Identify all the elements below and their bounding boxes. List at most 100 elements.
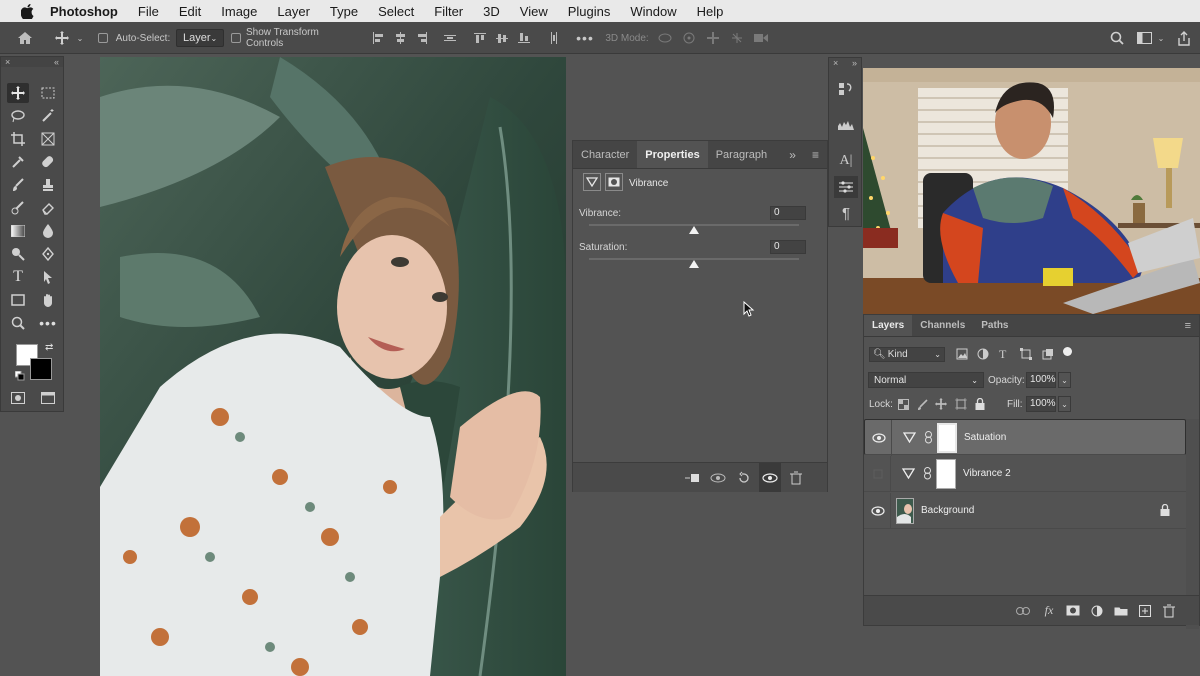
add-mask-icon[interactable]	[1062, 596, 1084, 625]
background-color-swatch[interactable]	[30, 358, 52, 380]
gradient-tool-icon[interactable]	[7, 221, 29, 241]
blend-mode-dropdown[interactable]: Normal ⌄	[868, 372, 984, 388]
share-icon[interactable]	[1174, 22, 1194, 54]
move-tool-icon[interactable]	[52, 22, 72, 54]
eyedropper-icon[interactable]	[7, 152, 29, 172]
workspace-chevron-icon[interactable]: ⌄	[1156, 22, 1166, 54]
collapse-icon[interactable]: «	[54, 57, 59, 67]
layer-row[interactable]: Satuation	[864, 419, 1186, 456]
tab-layers[interactable]: Layers	[864, 315, 913, 336]
crop-tool-icon[interactable]	[7, 129, 29, 149]
canvas-image[interactable]	[100, 57, 566, 676]
search-icon[interactable]	[1107, 22, 1127, 54]
filter-kind-dropdown[interactable]: 🔍︎ Kind ⌄	[869, 347, 945, 362]
history-brush-icon[interactable]	[7, 198, 29, 218]
link-layers-icon[interactable]	[1012, 596, 1034, 625]
lock-pixels-icon[interactable]	[917, 399, 929, 414]
dodge-tool-icon[interactable]	[7, 244, 29, 264]
align-left-icon[interactable]	[370, 22, 386, 54]
menu-3d[interactable]: 3D	[473, 4, 510, 19]
quick-mask-icon[interactable]	[7, 388, 29, 408]
path-selection-icon[interactable]	[37, 267, 59, 287]
default-colors-icon[interactable]	[14, 370, 25, 381]
opacity-input[interactable]: 100%	[1026, 372, 1056, 388]
fill-chevron-icon[interactable]: ⌄	[1058, 396, 1071, 412]
layer-row[interactable]: Vibrance 2	[864, 456, 1186, 492]
filter-adjustment-icon[interactable]	[977, 348, 989, 363]
zoom-tool-icon[interactable]	[7, 313, 29, 333]
paragraph-panel-icon[interactable]: ¶	[834, 202, 858, 224]
close-icon[interactable]: ×	[5, 57, 10, 67]
vibrance-slider-thumb[interactable]	[689, 226, 699, 234]
histogram-panel-icon[interactable]	[834, 114, 858, 136]
reset-icon[interactable]	[733, 463, 755, 492]
eraser-icon[interactable]	[37, 198, 59, 218]
vibrance-input[interactable]: 0	[770, 206, 806, 220]
new-group-icon[interactable]	[1110, 596, 1132, 625]
screen-mode-icon[interactable]	[37, 388, 59, 408]
saturation-slider-thumb[interactable]	[689, 260, 699, 268]
menu-view[interactable]: View	[510, 4, 558, 19]
menu-plugins[interactable]: Plugins	[558, 4, 621, 19]
menu-layer[interactable]: Layer	[267, 4, 320, 19]
visibility-empty-icon[interactable]	[870, 468, 886, 480]
transform-controls-checkbox[interactable]	[231, 22, 241, 54]
workspace-icon[interactable]	[1134, 22, 1154, 54]
filter-smart-object-icon[interactable]	[1042, 348, 1054, 363]
menu-app-name[interactable]: Photoshop	[46, 4, 128, 19]
clip-to-layer-icon[interactable]	[681, 463, 703, 492]
character-panel-icon[interactable]: A|	[834, 150, 858, 172]
opacity-chevron-icon[interactable]: ⌄	[1058, 372, 1071, 388]
filter-toggle-icon[interactable]	[1063, 347, 1072, 356]
auto-select-dropdown[interactable]: Layer ⌄	[175, 22, 225, 54]
healing-brush-icon[interactable]	[37, 152, 59, 172]
menu-edit[interactable]: Edit	[169, 4, 211, 19]
layer-name[interactable]: Satuation	[964, 432, 1006, 443]
visibility-eye-icon[interactable]	[871, 432, 887, 444]
edit-toolbar-icon[interactable]: •••	[37, 313, 59, 333]
apple-icon[interactable]	[18, 3, 36, 19]
menu-filter[interactable]: Filter	[424, 4, 473, 19]
filter-shape-icon[interactable]	[1020, 348, 1032, 363]
lock-all-icon[interactable]	[975, 397, 985, 413]
fill-input[interactable]: 100%	[1026, 396, 1056, 412]
pen-tool-icon[interactable]	[37, 244, 59, 264]
visibility-eye-icon[interactable]	[870, 505, 886, 517]
align-center-icon[interactable]	[392, 22, 408, 54]
align-right-icon[interactable]	[414, 22, 430, 54]
align-bottom-icon[interactable]	[516, 22, 532, 54]
menu-type[interactable]: Type	[320, 4, 368, 19]
clone-stamp-icon[interactable]	[37, 175, 59, 195]
menu-image[interactable]: Image	[211, 4, 267, 19]
layers-menu-icon[interactable]: ≡	[1177, 315, 1199, 336]
move-tool-icon[interactable]	[7, 83, 29, 103]
new-adjustment-icon[interactable]	[1086, 596, 1108, 625]
align-top-icon[interactable]	[472, 22, 488, 54]
chevron-down-icon[interactable]: ⌄	[74, 22, 86, 54]
more-options-icon[interactable]: •••	[576, 22, 594, 54]
filter-pixel-icon[interactable]	[956, 348, 968, 363]
saturation-input[interactable]: 0	[770, 240, 806, 254]
history-panel-icon[interactable]	[834, 78, 858, 100]
blur-tool-icon[interactable]	[37, 221, 59, 241]
properties-panel-icon[interactable]	[834, 176, 858, 198]
distribute-icon[interactable]	[442, 22, 458, 54]
filter-type-icon[interactable]: T	[999, 347, 1006, 362]
rectangle-tool-icon[interactable]	[7, 290, 29, 310]
marquee-tool-icon[interactable]	[37, 83, 59, 103]
distribute-vertical-icon[interactable]	[546, 22, 562, 54]
expand-panels-icon[interactable]: »	[781, 141, 804, 168]
chain-link-icon[interactable]	[925, 431, 932, 447]
layer-name[interactable]: Vibrance 2	[963, 468, 1011, 479]
menu-select[interactable]: Select	[368, 4, 424, 19]
magic-wand-icon[interactable]	[37, 106, 59, 126]
layer-row[interactable]: Background	[864, 493, 1186, 529]
delete-icon[interactable]	[785, 463, 807, 492]
lasso-tool-icon[interactable]	[7, 106, 29, 126]
layer-style-icon[interactable]: fx	[1038, 596, 1060, 625]
layer-mask-thumbnail[interactable]	[937, 423, 957, 453]
menu-file[interactable]: File	[128, 4, 169, 19]
panel-menu-icon[interactable]: ≡	[804, 141, 827, 168]
toggle-visibility-icon[interactable]	[759, 463, 781, 492]
delete-layer-icon[interactable]	[1158, 596, 1180, 625]
